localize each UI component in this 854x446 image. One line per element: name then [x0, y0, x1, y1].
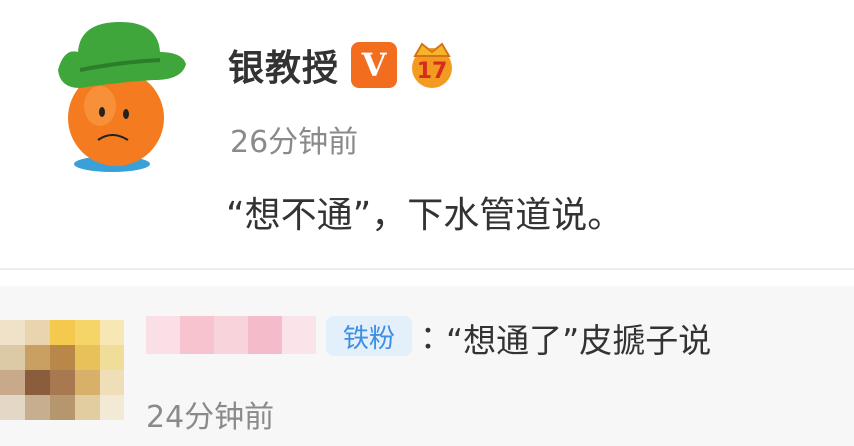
- post-timestamp: 26分钟前: [230, 125, 359, 160]
- verified-v-icon: V: [351, 42, 398, 88]
- author-row: 银教授 V 17: [228, 38, 459, 92]
- commenter-name-redacted[interactable]: [146, 316, 316, 354]
- comment-item: 铁粉 ： “想通了”皮搋子说 24分钟前: [0, 286, 854, 446]
- author-avatar[interactable]: [50, 18, 200, 178]
- post-text: “想不通”，下水管道说。: [226, 195, 624, 236]
- divider: [0, 268, 854, 270]
- crown-level-badge-icon: 17: [412, 42, 453, 88]
- level-badge-number: 17: [417, 59, 448, 84]
- pixelated-avatar-mosaic: [0, 320, 124, 420]
- comment-text: “想通了”皮搋子说: [446, 321, 712, 360]
- weibo-post: 银教授 V 17 26分钟前 “想不通”，下水管道说。: [0, 0, 854, 268]
- iron-fan-badge: 铁粉: [326, 316, 412, 356]
- comment-timestamp: 24分钟前: [146, 400, 275, 435]
- commenter-avatar[interactable]: [0, 320, 124, 420]
- author-name[interactable]: 银教授: [228, 39, 339, 91]
